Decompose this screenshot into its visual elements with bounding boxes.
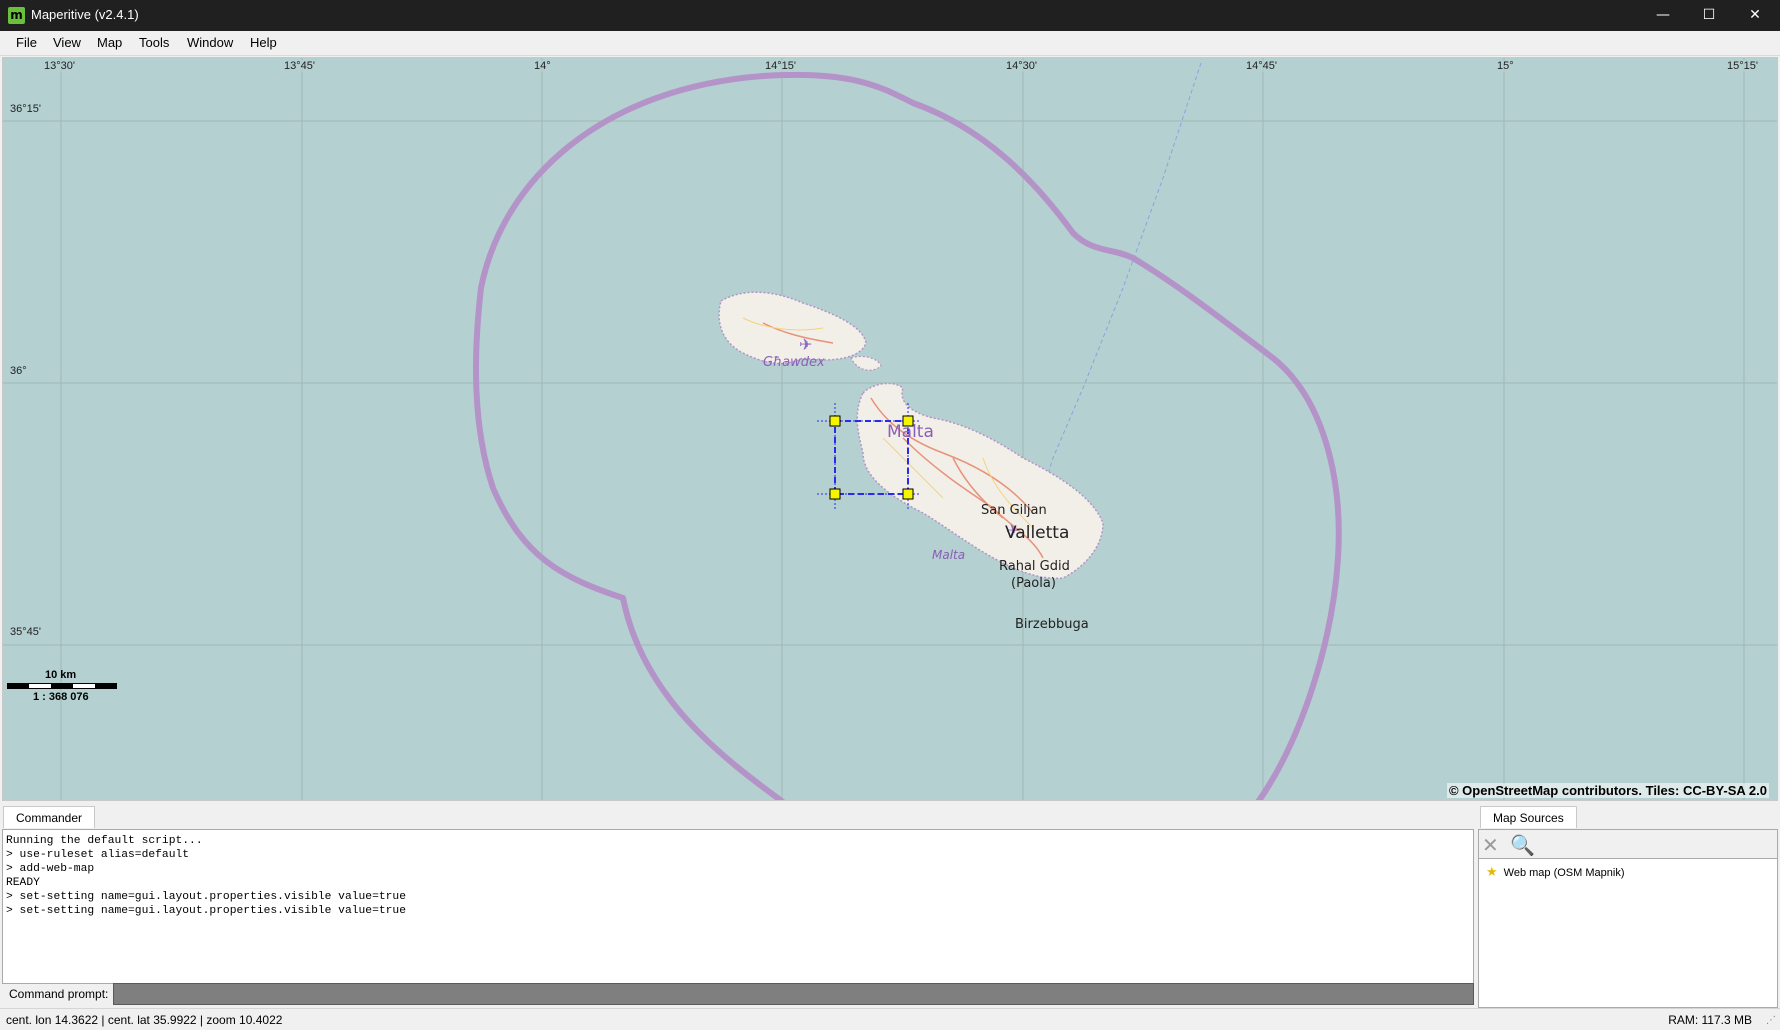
label-valletta: Valletta: [1005, 523, 1069, 543]
log-line: Running the default script...: [6, 835, 203, 847]
commander-log: Running the default script... > use-rules…: [2, 829, 1474, 984]
status-ram: RAM: 117.3 MB: [1668, 1013, 1752, 1027]
gozo-airport-icon: ✈: [799, 335, 812, 354]
star-icon: ★: [1486, 864, 1498, 879]
label-malta-region: Malta: [932, 548, 965, 562]
close-button[interactable]: ✕: [1732, 0, 1778, 31]
selection-handle-se[interactable]: [902, 488, 914, 500]
label-gozo: Għawdex: [763, 355, 825, 370]
label-birzebbuga: Birzebbuga: [1015, 617, 1089, 632]
log-line: > use-ruleset alias=default: [6, 849, 190, 861]
label-malta-island: Malta: [887, 422, 934, 442]
map-canvas[interactable]: ✈ ✈ Għawdex Malta Malta San Giljan Valle…: [3, 58, 1778, 801]
lon-label: 14°30': [1006, 60, 1037, 72]
title-bar: m Maperitive (v2.4.1) — ☐ ✕: [0, 0, 1780, 31]
menu-tools[interactable]: Tools: [139, 35, 169, 50]
log-line: READY: [6, 877, 40, 889]
menu-file[interactable]: File: [16, 35, 37, 50]
map-source-item[interactable]: ★ Web map (OSM Mapnik): [1486, 864, 1624, 880]
bottom-panels: Commander Running the default script... >…: [0, 803, 1780, 1008]
malta-island: [856, 382, 1104, 580]
lon-label: 13°45': [284, 60, 315, 72]
menu-bar: File View Map Tools Window Help: [0, 31, 1780, 56]
lon-label: 15°: [1497, 60, 1514, 72]
lat-label: 36°15': [10, 103, 41, 115]
menu-window[interactable]: Window: [187, 35, 233, 50]
scale-distance: 10 km: [45, 669, 77, 681]
menu-view[interactable]: View: [53, 35, 81, 50]
scale-bar: [7, 683, 117, 689]
lon-label: 14°: [534, 60, 551, 72]
selection-handle-nw[interactable]: [829, 415, 841, 427]
ferry-route-line: [1032, 62, 1202, 524]
command-prompt-input[interactable]: [113, 983, 1474, 1005]
lat-label: 36°: [10, 365, 27, 377]
tab-commander[interactable]: Commander: [3, 806, 96, 828]
command-prompt-label: Command prompt:: [9, 987, 109, 1001]
scale-ratio: 1 : 368 076: [33, 691, 89, 703]
zoom-icon[interactable]: 🔍: [1510, 833, 1535, 857]
maximize-button[interactable]: ☐: [1686, 0, 1732, 31]
log-line: > add-web-map: [6, 863, 95, 875]
lon-label: 14°45': [1246, 60, 1277, 72]
status-coordinates: cent. lon 14.3622 | cent. lat 35.9922 | …: [6, 1013, 283, 1027]
minimize-button[interactable]: —: [1640, 0, 1686, 31]
label-san-giljan: San Giljan: [981, 503, 1047, 518]
menu-help[interactable]: Help: [250, 35, 277, 50]
map-view[interactable]: ✈ ✈ Għawdex Malta Malta San Giljan Valle…: [2, 57, 1778, 801]
app-icon: m: [8, 7, 25, 24]
log-line: > set-setting name=gui.layout.properties…: [6, 891, 406, 903]
close-icon[interactable]: ✕: [1482, 833, 1499, 857]
resize-grip-icon[interactable]: ⋰: [1766, 1015, 1776, 1026]
status-bar: cent. lon 14.3622 | cent. lat 35.9922 | …: [0, 1008, 1780, 1030]
selection-handle-sw[interactable]: [829, 488, 841, 500]
label-rahal-gdid: Rahal Gdid: [999, 559, 1070, 574]
lon-label: 14°15': [765, 60, 796, 72]
map-source-label: Web map (OSM Mapnik): [1503, 867, 1625, 879]
lat-label: 35°45': [10, 626, 41, 638]
log-line: > set-setting name=gui.layout.properties…: [6, 905, 406, 917]
comino-island: [850, 355, 882, 371]
map-attribution: © OpenStreetMap contributors. Tiles: CC-…: [1446, 783, 1769, 798]
lon-label: 13°30': [44, 60, 75, 72]
menu-map[interactable]: Map: [97, 35, 122, 50]
window-title: Maperitive (v2.4.1): [31, 7, 139, 22]
gozo-island: [718, 291, 867, 365]
tab-map-sources[interactable]: Map Sources: [1480, 806, 1577, 828]
label-paola: (Paola): [1011, 576, 1056, 591]
lon-label: 15°15': [1727, 60, 1758, 72]
